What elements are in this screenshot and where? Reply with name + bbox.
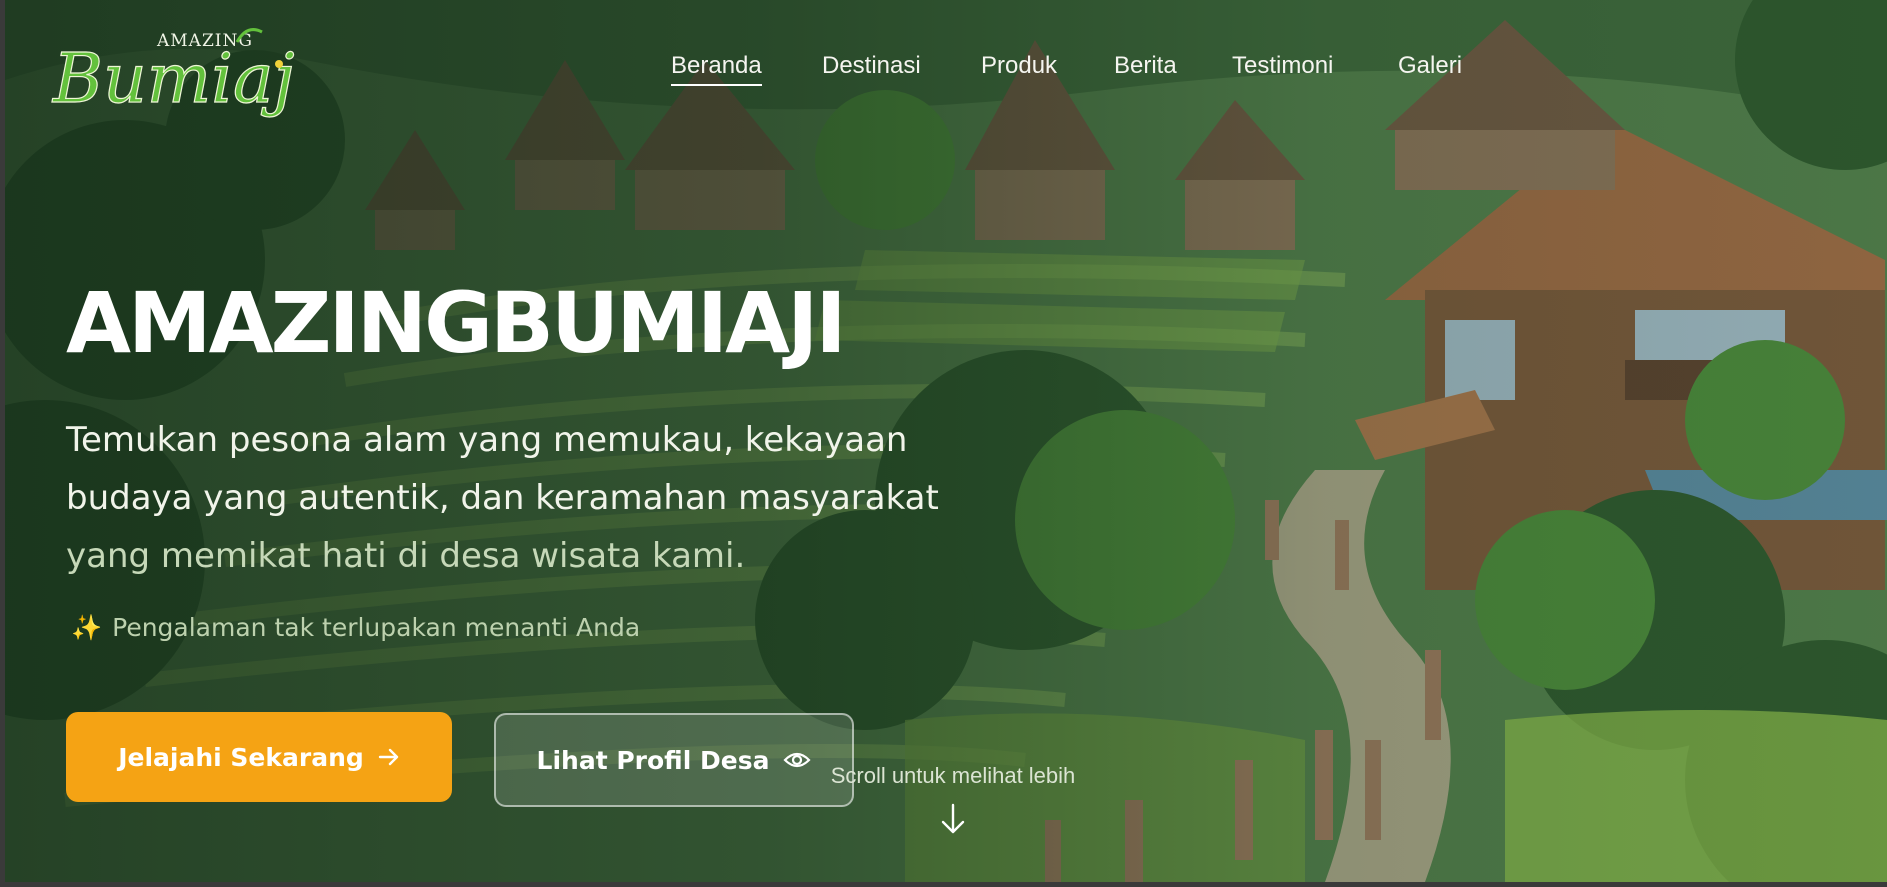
hero-tagline-text: Pengalaman tak terlupakan menanti Anda xyxy=(112,613,641,642)
village-profile-label: Lihat Profil Desa xyxy=(536,745,770,775)
nav-link-berita[interactable]: Berita xyxy=(1114,52,1177,84)
arrow-down-icon[interactable] xyxy=(939,802,967,836)
nav-link-beranda[interactable]: Beranda xyxy=(671,52,762,86)
hero-title: AMAZINGBUMIAJI xyxy=(66,274,847,372)
arrow-right-icon xyxy=(378,748,400,766)
sparkles-icon: ✨ xyxy=(71,613,103,642)
explore-now-label: Jelajahi Sekarang xyxy=(118,742,364,772)
village-profile-button[interactable]: Lihat Profil Desa xyxy=(494,713,854,807)
nav-link-destinasi[interactable]: Destinasi xyxy=(822,52,921,84)
nav-link-produk[interactable]: Produk xyxy=(981,52,1057,84)
nav-link-galeri[interactable]: Galeri xyxy=(1398,52,1462,84)
hero-description-line-2: budaya yang autentik, dan keramahan masy… xyxy=(66,478,939,518)
hero-description-line-3: yang memikat hati di desa wisata kami. xyxy=(66,536,746,576)
eye-icon xyxy=(783,750,812,770)
explore-now-button[interactable]: Jelajahi Sekarang xyxy=(66,712,452,802)
scroll-hint-text[interactable]: Scroll untuk melihat lebih xyxy=(823,763,1083,789)
hero-section: AMAZING Bumiaji Beranda Destinasi Produk… xyxy=(5,0,1887,882)
hero-description-line-1: Temukan pesona alam yang memukau, kekaya… xyxy=(66,420,908,460)
main-nav: Beranda Destinasi Produk Berita Testimon… xyxy=(5,52,1887,92)
hero-tagline: ✨ Pengalaman tak terlupakan menanti Anda xyxy=(71,613,640,643)
nav-link-testimoni[interactable]: Testimoni xyxy=(1232,52,1333,84)
hero-description: Temukan pesona alam yang memukau, kekaya… xyxy=(66,411,1046,585)
